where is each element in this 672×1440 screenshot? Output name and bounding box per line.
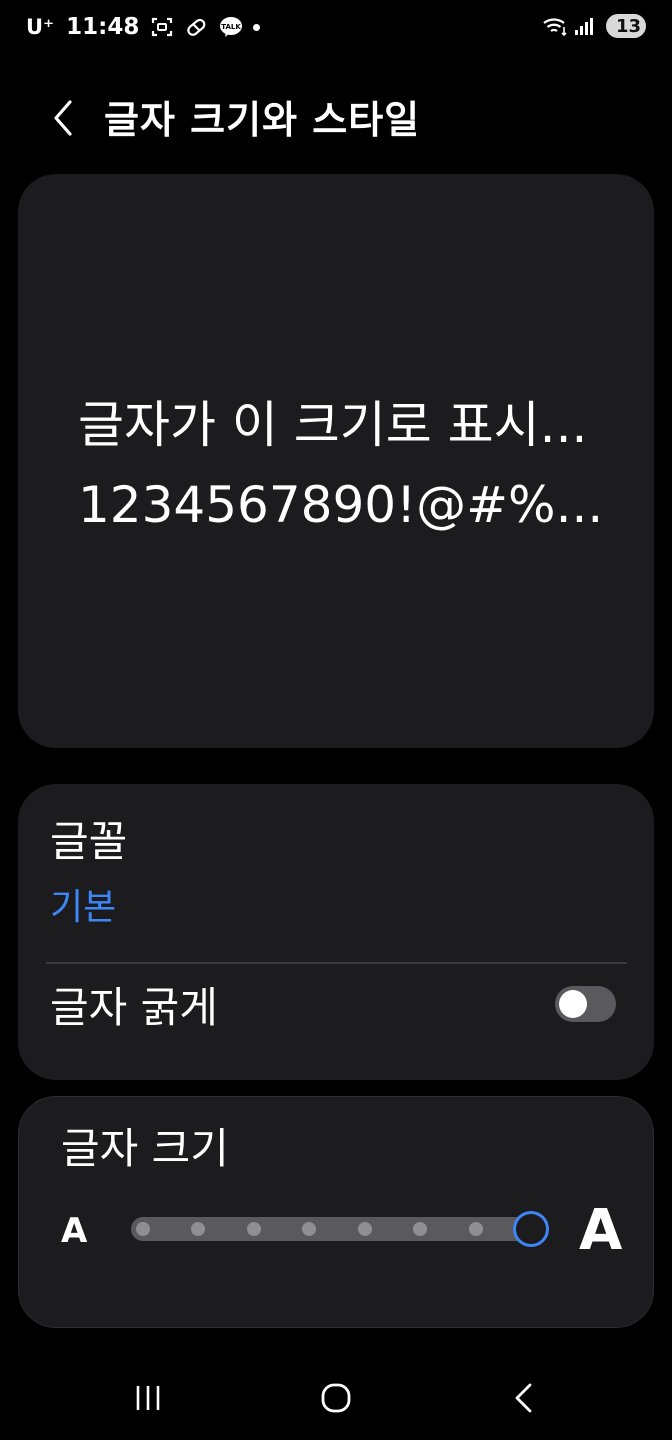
large-text-size-icon: A [579,1198,623,1263]
home-button[interactable] [306,1370,366,1430]
font-settings-card: 글꼴 기본 글자 굵게 [18,784,654,1080]
recent-apps-button[interactable] [118,1370,178,1430]
slider-tick[interactable] [358,1222,372,1236]
slider-tick[interactable] [247,1222,261,1236]
back-button[interactable] [40,96,88,144]
preview-text-line-2: 1234567890!@#%... [78,476,604,534]
status-bar: U⁺ 11:48 TALK 13 [0,0,672,60]
slider-tick[interactable] [469,1222,483,1236]
carrier-label: U⁺ [26,15,55,39]
font-preview-card: 글자가 이 크기로 표시... 1234567890!@#%... [18,174,654,748]
app-bar: 글자 크기와 스타일 [0,80,672,160]
system-back-button[interactable] [494,1370,554,1430]
bold-text-row[interactable]: 글자 굵게 [18,964,654,1080]
slider-tick[interactable] [413,1222,427,1236]
kakaotalk-label: TALK [222,23,242,31]
chevron-left-icon [50,98,78,142]
signal-icon [574,15,596,37]
font-style-value: 기본 [50,887,117,928]
preview-text-line-1: 글자가 이 크기로 표시... [78,396,588,454]
slider-tick[interactable] [136,1222,150,1236]
battery-icon: 13 [606,14,646,38]
font-size-title: 글자 크기 [61,1124,229,1173]
page-title: 글자 크기와 스타일 [104,98,421,142]
home-icon [320,1382,352,1418]
navigation-bar [0,1360,672,1440]
wifi-icon [542,15,567,37]
clock: 11:48 [66,14,140,40]
bold-text-toggle[interactable] [555,986,616,1022]
notification-dot [253,23,261,31]
kakaotalk-icon: TALK [219,16,243,38]
back-icon [512,1382,536,1418]
slider-tick[interactable] [302,1222,316,1236]
slider-tick[interactable] [191,1222,205,1236]
battery-level: 13 [615,15,642,37]
recent-apps-icon [132,1384,164,1416]
font-style-label: 글꼴 [50,817,128,866]
small-text-size-icon: A [61,1211,88,1251]
toggle-knob [559,990,587,1018]
font-style-row[interactable]: 글꼴 기본 [18,784,654,962]
pill-icon [185,16,207,38]
font-size-slider-thumb[interactable] [513,1211,549,1247]
font-size-slider[interactable] [131,1217,545,1241]
font-size-card: 글자 크기 A A [18,1096,654,1328]
screenshot-icon [151,16,173,38]
bold-text-label: 글자 굵게 [50,983,218,1032]
